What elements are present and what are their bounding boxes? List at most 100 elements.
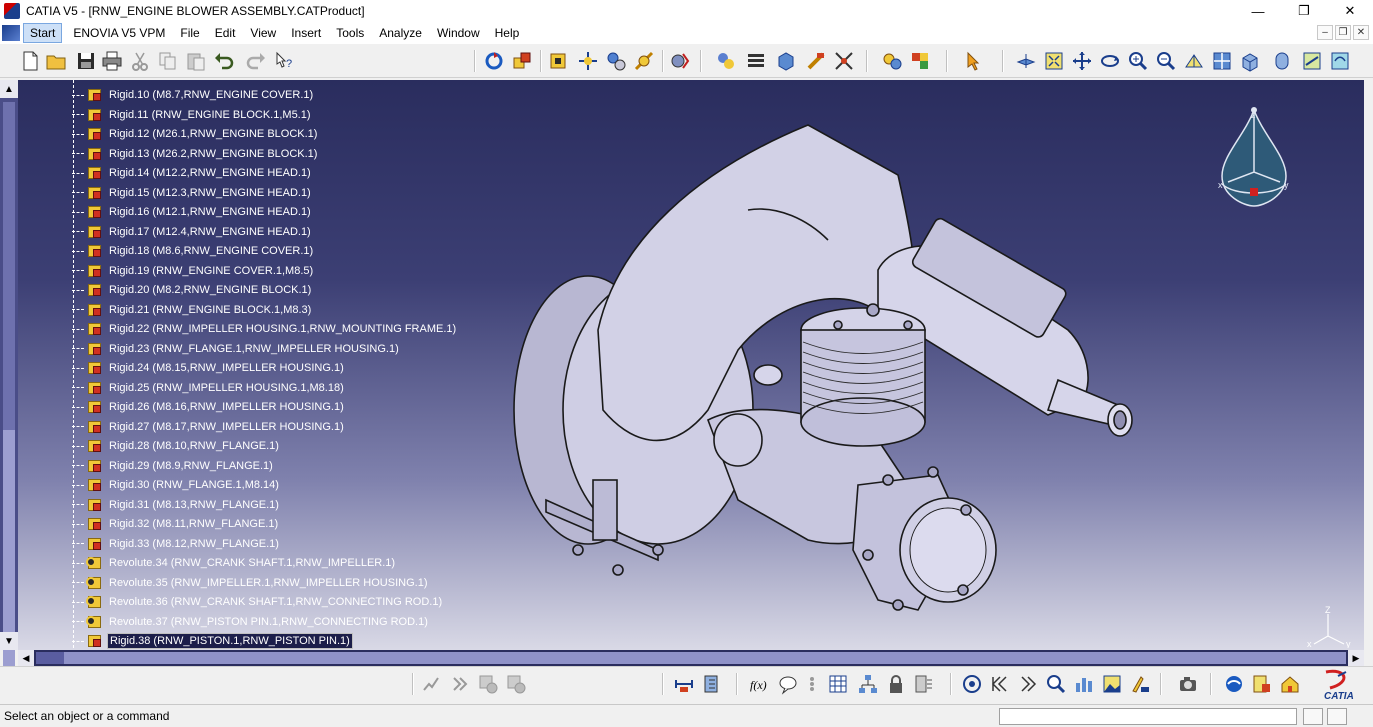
- status-button-2[interactable]: [1327, 708, 1347, 725]
- measure-icon[interactable]: [832, 49, 856, 73]
- double-arrow-icon[interactable]: [448, 672, 472, 696]
- bar-chart-icon[interactable]: [1072, 672, 1096, 696]
- menu-help[interactable]: Help: [490, 22, 530, 44]
- swap-visible-space-icon[interactable]: [1328, 49, 1352, 73]
- tree-node[interactable]: Revolute.34 (RNW_CRANK SHAFT.1,RNW_IMPEL…: [72, 554, 397, 572]
- menu-enovia[interactable]: ENOVIA V5 VPM: [68, 22, 175, 44]
- tree-node[interactable]: Rigid.19 (RNW_ENGINE COVER.1,M8.5): [72, 262, 315, 280]
- print-icon[interactable]: [100, 49, 124, 73]
- tree-node[interactable]: Rigid.21 (RNW_ENGINE BLOCK.1,M8.3): [72, 301, 313, 319]
- scene-icon[interactable]: [908, 49, 932, 73]
- image-icon[interactable]: [1100, 672, 1124, 696]
- tree-node[interactable]: Rigid.25 (RNW_IMPELLER HOUSING.1,M8.18): [72, 379, 346, 397]
- measure-between-icon[interactable]: [672, 672, 696, 696]
- multi-view-icon[interactable]: [1210, 49, 1234, 73]
- search-icon[interactable]: [1044, 672, 1068, 696]
- paste-icon[interactable]: [184, 49, 208, 73]
- table-icon[interactable]: [826, 672, 850, 696]
- menu-view[interactable]: View: [245, 22, 286, 44]
- iso-view-icon[interactable]: [1238, 49, 1262, 73]
- open-folder-icon[interactable]: [44, 49, 68, 73]
- zoom-out-icon[interactable]: [1154, 49, 1178, 73]
- tree-node[interactable]: Rigid.22 (RNW_IMPELLER HOUSING.1,RNW_MOU…: [72, 320, 458, 338]
- tree-node[interactable]: Rigid.30 (RNW_FLANGE.1,M8.14): [72, 476, 281, 494]
- scroll-down-arrow-icon[interactable]: ▼: [0, 632, 18, 650]
- tree-structure-icon[interactable]: [856, 672, 880, 696]
- measure-item-icon[interactable]: [700, 672, 724, 696]
- command-input[interactable]: [999, 708, 1297, 725]
- manipulation-icon[interactable]: [576, 49, 600, 73]
- product-icon[interactable]: [510, 49, 534, 73]
- fast-forward-icon[interactable]: [1016, 672, 1040, 696]
- copy-gear-icon[interactable]: [476, 672, 500, 696]
- scroll-up-arrow-icon[interactable]: ▲: [0, 80, 18, 98]
- tree-node[interactable]: Rigid.31 (M8.13,RNW_FLANGE.1): [72, 496, 281, 514]
- fit-all-in-icon[interactable]: [1042, 49, 1066, 73]
- tree-node[interactable]: Rigid.17 (M12.4,RNW_ENGINE HEAD.1): [72, 223, 313, 241]
- normal-view-icon[interactable]: [1182, 49, 1206, 73]
- tree-node[interactable]: Rigid.27 (M8.17,RNW_IMPELLER HOUSING.1): [72, 418, 346, 436]
- tree-node[interactable]: Rigid.33 (M8.12,RNW_FLANGE.1): [72, 535, 281, 553]
- formula-icon[interactable]: f(x): [748, 672, 772, 696]
- scroll-thumb[interactable]: [3, 430, 15, 694]
- redo-icon[interactable]: [244, 49, 268, 73]
- tree-node[interactable]: Revolute.35 (RNW_IMPELLER.1,RNW_IMPELLER…: [72, 574, 429, 592]
- doc-minimize-button[interactable]: –: [1317, 25, 1333, 40]
- constraint-icon[interactable]: [714, 49, 738, 73]
- save-icon[interactable]: [74, 49, 98, 73]
- menu-edit[interactable]: Edit: [210, 22, 246, 44]
- paint-icon[interactable]: [1128, 672, 1152, 696]
- tree-node[interactable]: Rigid.15 (M12.3,RNW_ENGINE HEAD.1): [72, 184, 313, 202]
- shading-icon[interactable]: [1270, 49, 1294, 73]
- fix-component-icon[interactable]: [744, 49, 768, 73]
- lock-icon[interactable]: [884, 672, 908, 696]
- tree-node[interactable]: Rigid.20 (M8.2,RNW_ENGINE BLOCK.1): [72, 281, 313, 299]
- menu-insert[interactable]: Insert: [286, 22, 331, 44]
- menu-tools[interactable]: Tools: [331, 22, 374, 44]
- catalog-browser-icon[interactable]: [880, 49, 904, 73]
- publish-icon[interactable]: [912, 672, 936, 696]
- menu-file[interactable]: File: [175, 22, 209, 44]
- tree-node[interactable]: Revolute.37 (RNW_PISTON PIN.1,RNW_CONNEC…: [72, 613, 430, 631]
- tree-node[interactable]: Rigid.29 (M8.9,RNW_FLANGE.1): [72, 457, 275, 475]
- tree-node[interactable]: Rigid.12 (M26.1,RNW_ENGINE BLOCK.1): [72, 125, 319, 143]
- scroll-right-arrow-icon[interactable]: ▶: [1348, 650, 1364, 666]
- update-icon[interactable]: [482, 49, 506, 73]
- rewind-icon[interactable]: [988, 672, 1012, 696]
- vertical-dots-icon[interactable]: [800, 672, 824, 696]
- globe-icon[interactable]: [1222, 672, 1246, 696]
- doc-restore-button[interactable]: ❐: [1335, 25, 1351, 40]
- status-button-1[interactable]: [1303, 708, 1323, 725]
- hide-show-icon[interactable]: [1300, 49, 1324, 73]
- target-icon[interactable]: [960, 672, 984, 696]
- space-analysis-icon[interactable]: [804, 49, 828, 73]
- minimize-button[interactable]: —: [1235, 0, 1281, 22]
- new-document-icon[interactable]: [18, 49, 42, 73]
- rotate-icon[interactable]: [1098, 49, 1122, 73]
- cut-icon[interactable]: [128, 49, 152, 73]
- copy-icon[interactable]: [156, 49, 180, 73]
- tree-node[interactable]: Rigid.11 (RNW_ENGINE BLOCK.1,M5.1): [72, 106, 313, 124]
- scroll-left-arrow-icon[interactable]: ◀: [18, 650, 34, 666]
- tree-node[interactable]: Rigid.18 (M8.6,RNW_ENGINE COVER.1): [72, 242, 315, 260]
- pan-icon[interactable]: [1070, 49, 1094, 73]
- tree-node[interactable]: Rigid.14 (M12.2,RNW_ENGINE HEAD.1): [72, 164, 313, 182]
- existing-component-icon[interactable]: [546, 49, 570, 73]
- tree-node[interactable]: Rigid.38 (RNW_PISTON.1,RNW_PISTON PIN.1): [72, 632, 353, 650]
- explode-icon[interactable]: [632, 49, 656, 73]
- select-arrow-icon[interactable]: [962, 49, 986, 73]
- camera-icon[interactable]: [1176, 672, 1200, 696]
- home-icon[interactable]: [1278, 672, 1302, 696]
- compass-icon[interactable]: z x y: [1214, 106, 1294, 216]
- assembly-feature-icon[interactable]: [774, 49, 798, 73]
- menu-start[interactable]: Start: [23, 23, 63, 43]
- whats-this-help-icon[interactable]: ?: [272, 49, 296, 73]
- tree-node[interactable]: Rigid.28 (M8.10,RNW_FLANGE.1): [72, 437, 281, 455]
- tree-node[interactable]: Rigid.23 (RNW_FLANGE.1,RNW_IMPELLER HOUS…: [72, 340, 401, 358]
- tree-node[interactable]: Rigid.24 (M8.15,RNW_IMPELLER HOUSING.1): [72, 359, 346, 377]
- menu-analyze[interactable]: Analyze: [374, 22, 432, 44]
- tree-node[interactable]: Rigid.13 (M26.2,RNW_ENGINE BLOCK.1): [72, 145, 319, 163]
- maximize-button[interactable]: ❐: [1281, 0, 1327, 22]
- fly-mode-icon[interactable]: [1014, 49, 1038, 73]
- hscroll-thumb[interactable]: [64, 652, 1346, 664]
